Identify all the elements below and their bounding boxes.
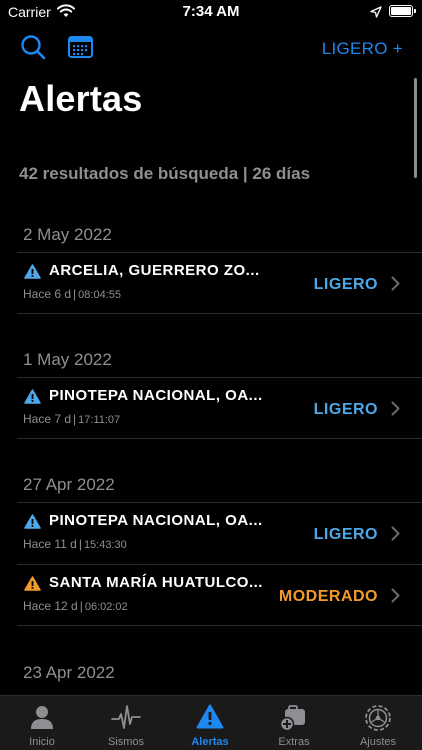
alert-level: LIGERO: [313, 276, 378, 293]
alert-ago: Hace 6 d: [23, 287, 72, 301]
alert-title: ARCELIA, GUERRERO ZO...: [49, 262, 260, 279]
alert-time: 17:11:07: [78, 414, 121, 426]
tab-label: Alertas: [191, 736, 229, 748]
alert-level: MODERADO: [278, 588, 378, 605]
extras-icon: [252, 704, 336, 736]
calendar-icon[interactable]: [68, 36, 93, 63]
tab-label: Extras: [278, 736, 310, 748]
tab-alertas[interactable]: Alertas: [168, 696, 252, 750]
tab-label: Ajustes: [359, 736, 397, 748]
alert-meta: Hace 7 d | 17:11:07: [23, 412, 121, 426]
scroll-indicator[interactable]: [414, 78, 417, 178]
tab-label: Inicio: [29, 736, 55, 748]
tab-bar: Inicio Sismos Alertas Extras Ajustes: [0, 695, 422, 750]
results-summary: 42 resultados de búsqueda | 26 días: [19, 164, 311, 183]
alert-row[interactable]: PINOTEPA NACIONAL, OA... Hace 7 d | 17:11:…: [17, 377, 422, 439]
warning-icon: [24, 389, 41, 409]
tab-sismos[interactable]: Sismos: [84, 696, 168, 750]
status-time: 7:34 AM: [182, 3, 240, 20]
person-icon: [0, 704, 84, 735]
tab-inicio[interactable]: Inicio: [0, 696, 84, 750]
alert-title: PINOTEPA NACIONAL, OA...: [49, 387, 263, 404]
status-bar: Carrier 7:34 AM: [0, 0, 422, 26]
alert-meta: Hace 11 d | 15:43:30: [23, 537, 127, 551]
alert-level: LIGERO: [313, 526, 378, 543]
seismograph-icon: [84, 704, 168, 735]
alert-ago: Hace 7 d: [23, 412, 72, 426]
page-title: Alertas: [19, 78, 143, 119]
chevron-right-icon: [391, 401, 400, 421]
gear-icon: [336, 704, 420, 737]
chevron-right-icon: [391, 526, 400, 546]
chevron-right-icon: [391, 276, 400, 296]
alert-ago: Hace 11 d: [23, 537, 77, 551]
battery-icon: [389, 5, 416, 17]
section-header: 1 May 2022: [23, 350, 112, 369]
tab-extras[interactable]: Extras: [252, 696, 336, 750]
chevron-right-icon: [391, 588, 400, 608]
ligero-plus-button[interactable]: LIGERO +: [322, 39, 403, 59]
alert-meta: Hace 12 d | 06:02:02: [23, 599, 128, 613]
alert-row[interactable]: ARCELIA, GUERRERO ZO... Hace 6 d | 08:04:5…: [17, 252, 422, 314]
section-header: 2 May 2022: [23, 225, 112, 244]
search-icon[interactable]: [20, 34, 46, 65]
alert-time: 06:02:02: [84, 601, 128, 613]
alert-time: 08:04:55: [78, 289, 121, 301]
alert-icon: [168, 704, 252, 734]
warning-icon: [24, 514, 41, 534]
location-arrow-icon: [370, 5, 382, 23]
alert-row[interactable]: SANTA MARÍA HUATULCO... Hace 12 d | 06:02:…: [17, 564, 422, 626]
section-header: 23 Apr 2022: [23, 663, 115, 682]
warning-icon: [24, 264, 41, 284]
tab-ajustes[interactable]: Ajustes: [336, 696, 420, 750]
warning-icon: [24, 576, 41, 596]
alert-level: LIGERO: [313, 401, 378, 418]
alert-row[interactable]: PINOTEPA NACIONAL, OA... Hace 11 d | 15:43…: [17, 502, 422, 564]
alert-time: 15:43:30: [83, 539, 127, 551]
alert-title: SANTA MARÍA HUATULCO...: [49, 574, 263, 591]
section-header: 27 Apr 2022: [23, 475, 115, 494]
alert-title: PINOTEPA NACIONAL, OA...: [49, 512, 263, 529]
alert-ago: Hace 12 d: [23, 599, 78, 613]
alert-meta: Hace 6 d | 08:04:55: [23, 287, 121, 301]
tab-label: Sismos: [107, 736, 145, 748]
